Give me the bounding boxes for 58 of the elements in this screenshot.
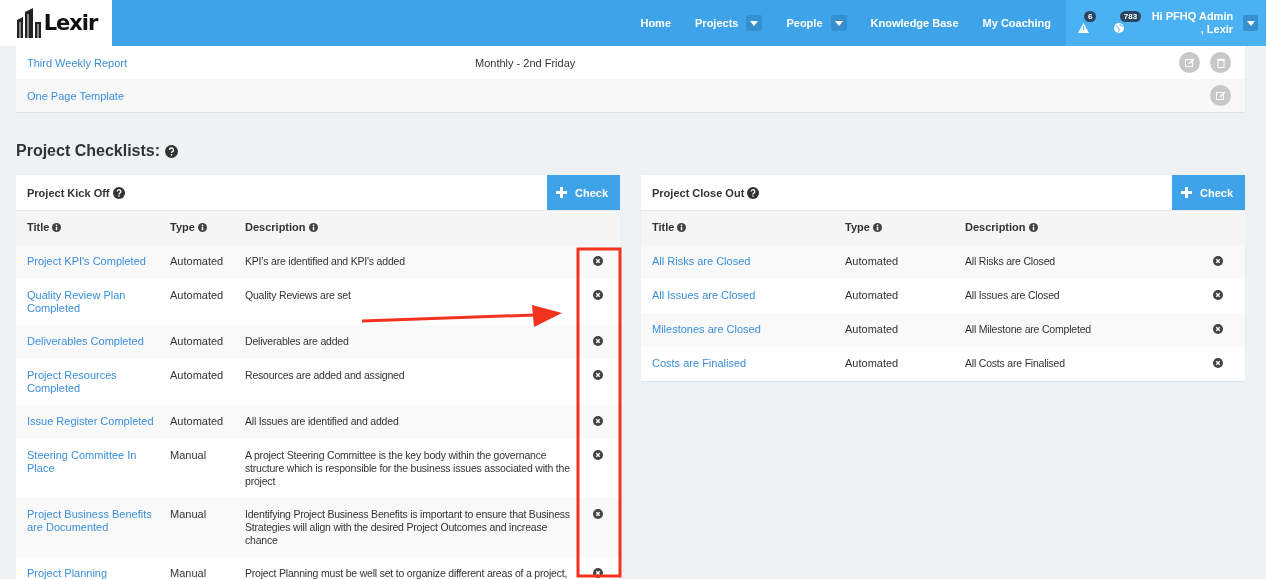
check-title-link[interactable]: Project KPI's Completed: [27, 255, 170, 268]
check-title-link[interactable]: Quality Review Plan Completed: [27, 289, 170, 315]
check-type: Manual: [170, 449, 208, 462]
check-title-link[interactable]: All Issues are Closed: [652, 289, 845, 302]
report-link[interactable]: Third Weekly Report: [27, 56, 475, 69]
add-check-button[interactable]: Check: [1172, 175, 1245, 210]
check-type: Automated: [170, 415, 225, 428]
check-title-link[interactable]: Deliverables Completed: [27, 335, 170, 348]
check-title-link[interactable]: Milestones are Closed: [652, 323, 845, 336]
check-description: Deliverables are added: [245, 335, 350, 348]
checklist-title: Project Kick Off: [27, 186, 110, 199]
nav-link[interactable]: Knowledge Base: [870, 17, 959, 29]
checklist-title: Project Close Out: [652, 186, 745, 199]
check-description: All Issues are identified and added: [245, 415, 400, 428]
check-description: Resources are added and assigned: [245, 369, 406, 382]
check-description: All Costs are Finalised: [965, 357, 1066, 370]
check-type: Automated: [170, 335, 225, 348]
column-header: Description: [965, 221, 1026, 234]
column-header: Type: [170, 221, 195, 234]
column-header: Description: [245, 221, 306, 234]
report-schedule: Monthly - 2nd Friday: [475, 56, 577, 69]
check-type: Automated: [845, 289, 900, 302]
check-title-link[interactable]: Project Business Benefits are Documented: [27, 508, 170, 534]
check-description: KPI’s are identified and KPI's added: [245, 255, 406, 268]
report-link[interactable]: One Page Template: [27, 89, 475, 102]
check-description: All Milestone are Completed: [965, 323, 1092, 336]
check-type: Manual: [170, 508, 208, 521]
check-description: Quality Reviews are set: [245, 289, 352, 302]
check-title-link[interactable]: Steering Committee In Place: [27, 449, 170, 475]
check-title-link[interactable]: Costs are Finalised: [652, 357, 845, 370]
check-title-link[interactable]: Project Resources Completed: [27, 369, 170, 395]
check-title-link[interactable]: Project Planning: [27, 567, 170, 579]
check-type: Automated: [845, 323, 900, 336]
check-type: Automated: [170, 369, 225, 382]
nav-link[interactable]: My Coaching: [982, 17, 1051, 29]
check-type: Automated: [845, 357, 900, 370]
check-type: Automated: [170, 255, 225, 268]
check-title-link[interactable]: All Risks are Closed: [652, 255, 845, 268]
user-name[interactable]: Hi PFHQ Admin , Lexir: [1149, 10, 1234, 36]
count-badge: 6: [1084, 11, 1097, 22]
check-description: Project Planning must be well set to organize different areas of a project,: [245, 567, 569, 579]
nav-link[interactable]: Projects: [695, 17, 739, 29]
check-description: All Risks are Closed: [965, 255, 1056, 268]
count-badge: 783: [1119, 11, 1142, 22]
nav-link[interactable]: People: [786, 17, 823, 29]
column-header: Type: [845, 221, 870, 234]
add-check-button[interactable]: Check: [547, 175, 620, 210]
nav-link[interactable]: Home: [640, 17, 671, 29]
check-description: A project Steering Committee is the key body within the governance structure which is responsible for the business issues associated with the project: [245, 449, 571, 488]
check-description: Identifying Project Business Benefits is important to ensure that Business Strategies will align with the desired Project Outcomes and increase chance: [245, 508, 571, 547]
check-type: Manual: [170, 567, 208, 579]
check-type: Automated: [170, 289, 225, 302]
check-description: All Issues are Closed: [965, 289, 1061, 302]
check-title-link[interactable]: Issue Register Completed: [27, 415, 170, 428]
column-header: Title: [27, 221, 50, 234]
section-heading: Project Checklists:: [16, 142, 161, 160]
column-header: Title: [652, 221, 675, 234]
check-type: Automated: [845, 255, 900, 268]
